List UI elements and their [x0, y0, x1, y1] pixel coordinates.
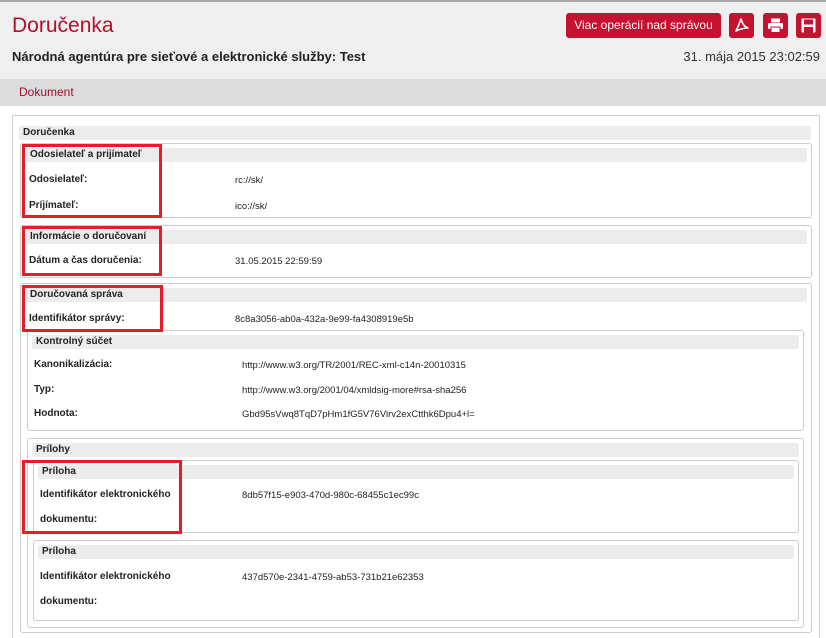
attachment-item: Príloha Identifikátor elektronického dok… — [33, 540, 799, 621]
save-icon — [801, 18, 816, 33]
section-checksum: Kontrolný súčet Kanonikalizácia: http://… — [27, 330, 804, 431]
canonicalization-value: http://www.w3.org/TR/2001/REC-xml-c14n-2… — [242, 360, 466, 371]
section-header-checksum: Kontrolný súčet — [32, 335, 799, 349]
attachment-id-label-cont: dokumentu: — [40, 596, 98, 607]
receiver-value: ico://sk/ — [235, 201, 268, 212]
delivery-datetime-value: 31.05.2015 22:59:59 — [235, 256, 323, 267]
tab-document[interactable]: Dokument — [19, 85, 74, 99]
type-value: http://www.w3.org/2001/04/xmldsig-more#r… — [242, 385, 467, 396]
message-datetime: 31. mája 2015 23:02:59 — [683, 49, 820, 64]
save-button[interactable] — [796, 13, 821, 38]
checksum-value-label: Hodnota: — [34, 408, 78, 419]
checksum-value: Gbd95sVwq8TqD7pHm1fG5V76Virv2exCtthk6Dpu… — [242, 409, 475, 420]
attachment-header: Príloha — [38, 545, 794, 559]
sender-value: rc://sk/ — [235, 175, 263, 186]
highlight-box — [22, 144, 162, 218]
section-header-receipt: Doručenka — [19, 126, 811, 140]
attachment-id-value: 8db57f15-e903-470d-980c-68455c1ec99c — [242, 490, 419, 501]
pdf-button[interactable] — [729, 13, 754, 38]
attachment-id-label: Identifikátor elektronického — [40, 571, 171, 582]
sender-organization: Národná agentúra pre sieťové a elektroni… — [12, 49, 366, 64]
page-title: Doručenka — [12, 14, 114, 37]
message-id-value: 8c8a3056-ab0a-432a-9e99-fa4308919e5b — [235, 314, 414, 325]
section-delivered-message: Doručovaná správa Identifikátor správy: … — [20, 283, 812, 633]
highlight-box — [22, 226, 162, 276]
highlight-box — [22, 460, 182, 534]
tab-bar: Dokument — [0, 79, 826, 106]
highlight-box — [22, 285, 163, 332]
attachment-id-value: 437d570e-2341-4759-ab53-731b21e62353 — [242, 572, 424, 583]
section-header-attachments: Prílohy — [32, 443, 799, 457]
more-operations-button[interactable]: Viac operácií nad správou — [566, 13, 721, 38]
canonicalization-label: Kanonikalizácia: — [34, 359, 113, 370]
page-header: Doručenka Národná agentúra pre sieťové a… — [0, 2, 826, 79]
type-label: Typ: — [34, 384, 55, 395]
print-button[interactable] — [763, 13, 788, 38]
print-icon — [768, 18, 783, 33]
pdf-icon — [735, 18, 749, 32]
